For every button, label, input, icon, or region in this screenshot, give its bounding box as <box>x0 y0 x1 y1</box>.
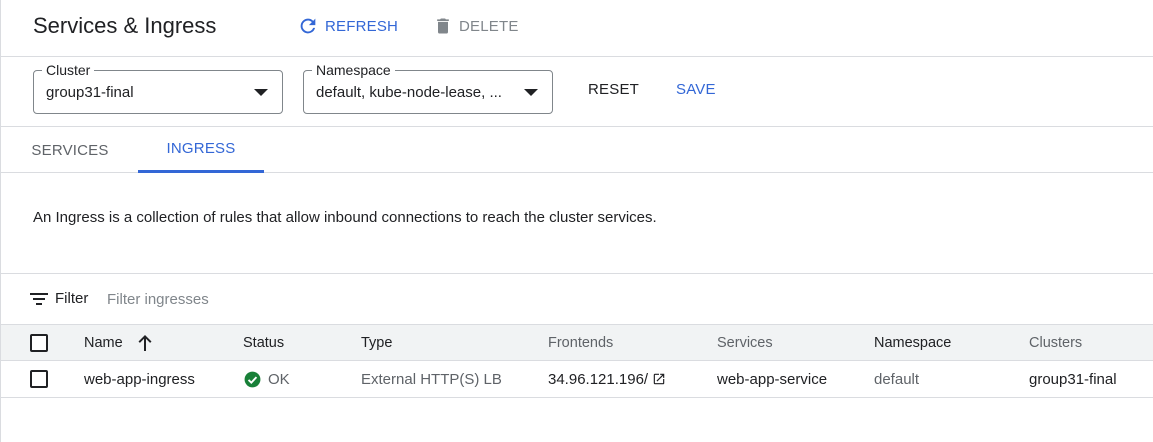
cluster-link[interactable]: group31-final <box>1029 361 1117 397</box>
service-link[interactable]: web-app-service <box>717 361 827 397</box>
delete-label: DELETE <box>459 17 519 35</box>
namespace-select-label: Namespace <box>312 62 395 78</box>
page: Services & Ingress REFRESH DELETE Cluste… <box>0 0 1153 442</box>
cluster-select-label: Cluster <box>42 62 95 78</box>
frontend-text: 34.96.121.196/ <box>548 370 649 388</box>
status-cell: OK <box>243 361 290 397</box>
page-title: Services & Ingress <box>33 13 217 38</box>
row-checkbox[interactable] <box>30 370 48 388</box>
table-header-row: Name Status Type Frontends Services Name… <box>1 324 1153 361</box>
cluster-select-value: group31-final <box>46 84 134 101</box>
namespace-select-value: default, kube-node-lease, ... <box>316 84 502 101</box>
frontend-link[interactable]: 34.96.121.196/ <box>548 361 666 397</box>
column-header-status[interactable]: Status <box>243 325 284 360</box>
save-button[interactable]: SAVE <box>676 81 716 98</box>
open-in-new-icon <box>653 373 665 385</box>
tab-bar: SERVICES INGRESS <box>1 127 1153 173</box>
column-header-namespace[interactable]: Namespace <box>874 325 951 360</box>
filter-bar: Filter <box>1 274 1153 324</box>
select-all-cell <box>30 325 48 360</box>
reset-button[interactable]: RESET <box>588 81 639 98</box>
arrow-up-icon <box>138 334 152 351</box>
select-all-checkbox[interactable] <box>30 333 48 352</box>
tab-ingress[interactable]: INGRESS <box>138 127 264 173</box>
namespace-select[interactable]: Namespace default, kube-node-lease, ... <box>303 62 553 114</box>
ingress-name-link[interactable]: web-app-ingress <box>84 361 195 397</box>
delete-button[interactable]: DELETE <box>433 15 519 37</box>
filter-input[interactable] <box>107 288 507 310</box>
refresh-button[interactable]: REFRESH <box>297 15 398 37</box>
row-select-cell <box>30 361 48 397</box>
cluster-select[interactable]: Cluster group31-final <box>33 62 283 114</box>
ingress-description: An Ingress is a collection of rules that… <box>33 209 657 226</box>
column-header-frontends: Frontends <box>548 334 614 351</box>
scope-selectors: Cluster group31-final Namespace default,… <box>1 57 1153 127</box>
page-header: Services & Ingress REFRESH DELETE <box>1 0 1153 57</box>
column-header-type[interactable]: Type <box>361 325 392 360</box>
tab-services[interactable]: SERVICES <box>31 127 108 173</box>
namespace-cell: default <box>874 370 920 388</box>
column-header-label: Name <box>84 334 123 351</box>
type-cell: External HTTP(S) LB <box>361 370 502 388</box>
ingress-table: Name Status Type Frontends Services Name… <box>1 324 1153 398</box>
column-header-name[interactable]: Name <box>84 325 153 360</box>
refresh-icon <box>300 18 316 34</box>
status-text: OK <box>268 370 290 388</box>
filter-label: Filter <box>55 290 89 307</box>
trash-icon <box>437 18 449 34</box>
refresh-label: REFRESH <box>325 17 399 35</box>
column-header-services: Services <box>717 334 773 351</box>
column-header-clusters: Clusters <box>1029 334 1083 351</box>
filter-lines-icon[interactable] <box>30 292 48 306</box>
caret-down-icon <box>254 89 268 96</box>
check-circle-icon <box>244 371 261 387</box>
table-row: web-app-ingress OK External HTTP(S) LB 3… <box>1 361 1153 398</box>
caret-down-icon <box>524 89 538 96</box>
